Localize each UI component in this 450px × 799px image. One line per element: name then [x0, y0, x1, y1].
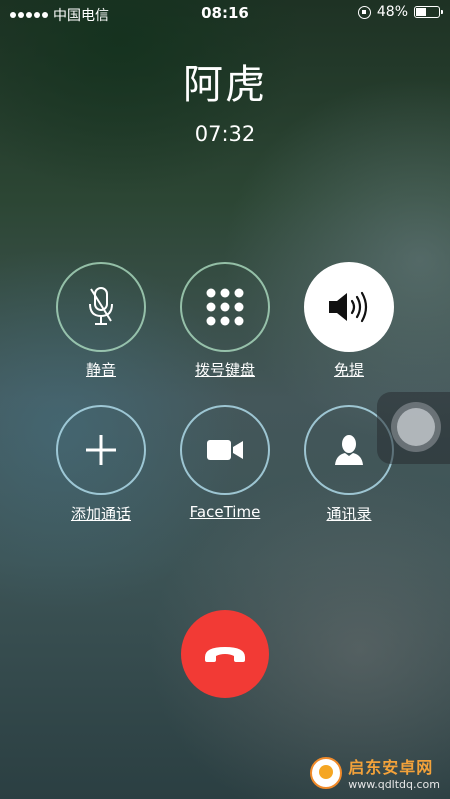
watermark-title: 启东安卓网 — [348, 758, 434, 777]
battery-fill — [416, 8, 426, 16]
end-call-button[interactable] — [181, 610, 269, 698]
keypad-label[interactable]: 拨号键盘 — [165, 359, 285, 380]
speaker-button[interactable] — [304, 262, 394, 352]
plus-icon — [86, 435, 116, 465]
rotation-lock-icon — [357, 5, 371, 19]
microphone-off-icon — [89, 287, 113, 325]
facetime-button[interactable] — [180, 405, 270, 495]
mute-label[interactable]: 静音 — [41, 359, 161, 380]
add-call-label[interactable]: 添加通话 — [41, 503, 161, 524]
mute-button[interactable] — [56, 262, 146, 352]
facetime-label[interactable]: FaceTime — [165, 503, 285, 521]
battery-percent: 48% — [376, 4, 408, 20]
call-duration: 07:32 — [194, 122, 256, 146]
watermark-text: 启东安卓网 www.qdltdq.com — [348, 754, 440, 791]
speaker-icon — [329, 291, 368, 323]
battery-icon — [414, 6, 443, 18]
status-right: 48% — [357, 4, 443, 20]
watermark-logo-icon — [310, 756, 343, 789]
add-call-button[interactable] — [56, 405, 146, 495]
contacts-label[interactable]: 通讯录 — [289, 503, 409, 524]
keypad-button[interactable] — [180, 262, 270, 352]
speaker-label[interactable]: 免提 — [289, 359, 409, 380]
keypad-icon — [206, 288, 244, 326]
status-bar: 中国电信 08:16 48% — [0, 0, 450, 26]
watermark: 启东安卓网 www.qdltdq.com — [310, 754, 440, 791]
assistive-touch-button[interactable] — [377, 392, 450, 464]
person-icon — [335, 435, 363, 465]
assistive-touch-dot — [397, 408, 435, 446]
watermark-url: www.qdltdq.com — [348, 778, 440, 791]
phone-hangup-icon — [205, 647, 245, 662]
contact-name: 阿虎 — [183, 62, 267, 108]
video-camera-icon — [207, 440, 243, 460]
